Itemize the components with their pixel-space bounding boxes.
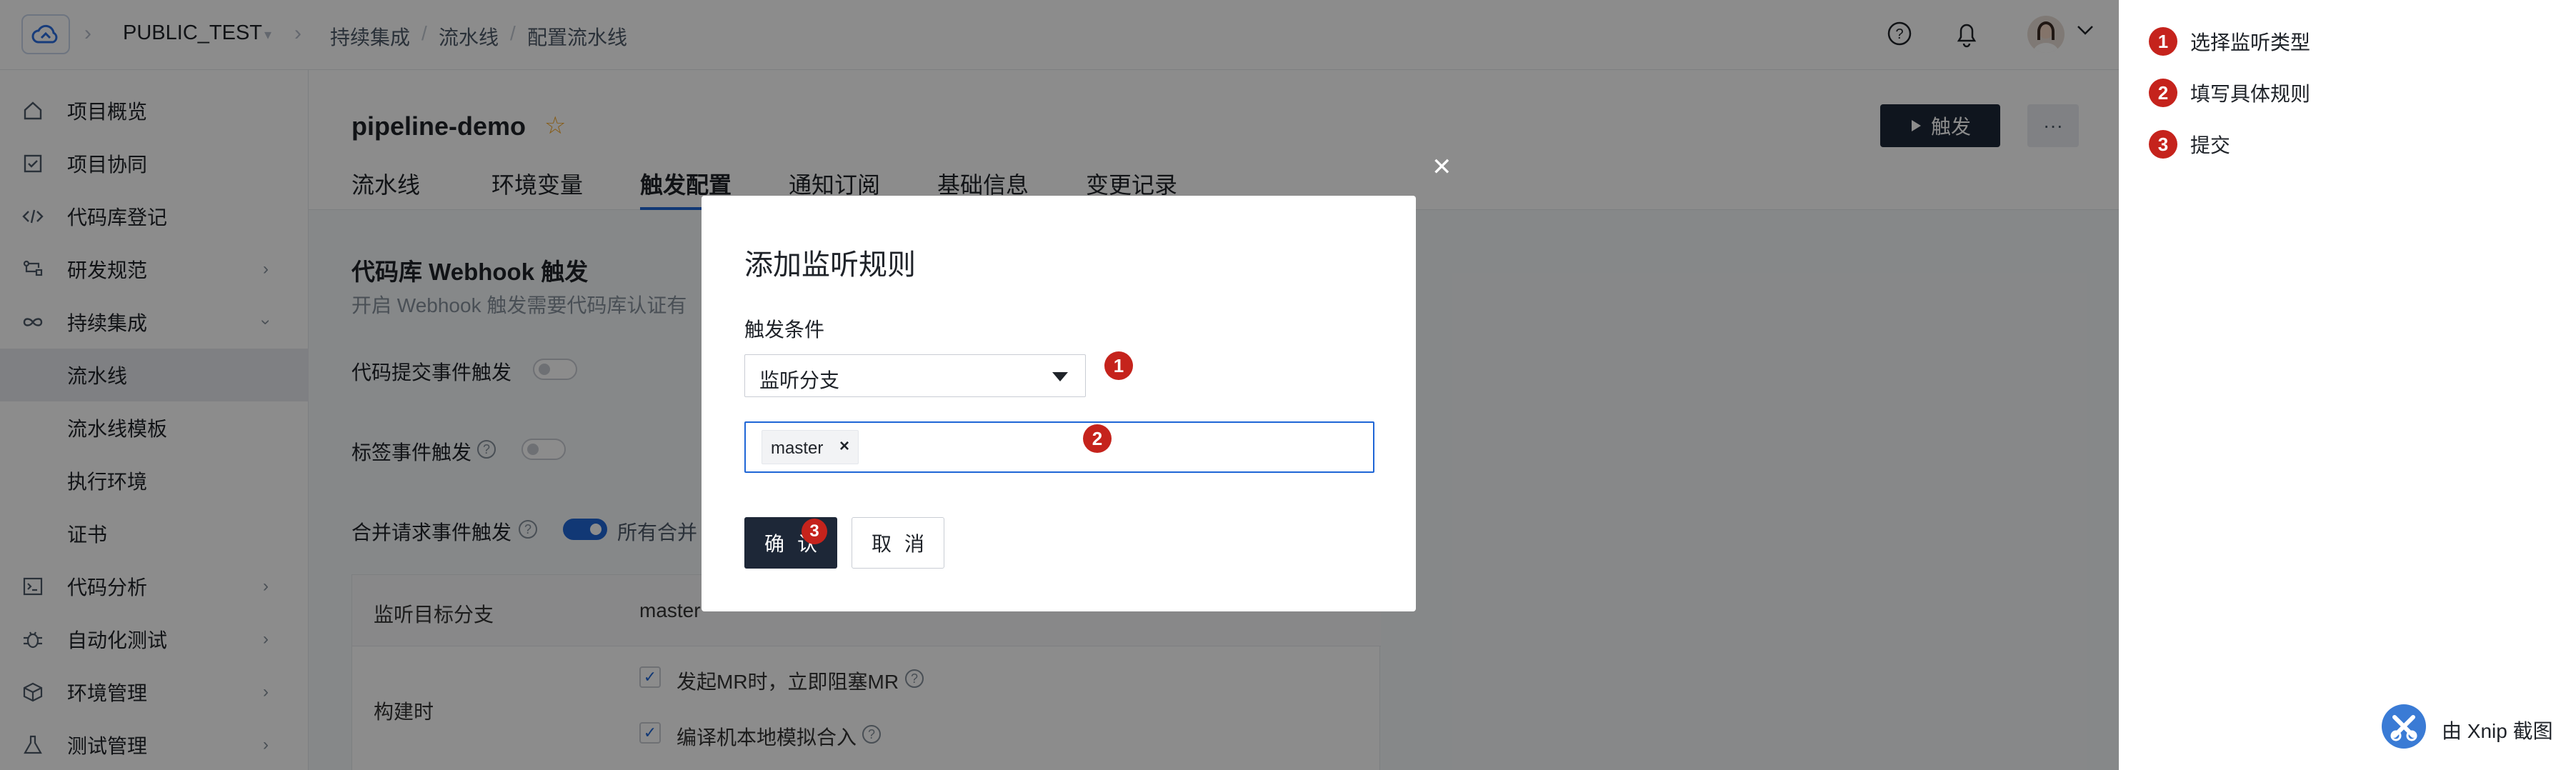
select-value: 监听分支: [759, 369, 840, 391]
cancel-button[interactable]: 取消: [852, 517, 944, 569]
branch-tag: master ×: [762, 430, 859, 464]
step-badge-2: 2: [1083, 424, 1112, 453]
close-icon[interactable]: ✕: [1432, 153, 1452, 181]
step-badge-1: 1: [1104, 351, 1133, 380]
legend-badge: 1: [2149, 27, 2177, 56]
branch-rule-input[interactable]: master ×: [744, 421, 1374, 473]
caret-down-icon: [1052, 372, 1068, 381]
legend-badge: 2: [2149, 79, 2177, 107]
legend-badge: 3: [2149, 130, 2177, 159]
trigger-condition-select[interactable]: 监听分支: [744, 354, 1086, 397]
xnip-logo-icon: [2382, 704, 2426, 749]
legend-text: 填写具体规则: [2190, 83, 2311, 105]
capture-label: 由 Xnip 截图: [2442, 720, 2553, 742]
remove-tag-icon[interactable]: ×: [839, 436, 849, 456]
step-badge-3: 3: [802, 519, 827, 544]
dialog-title: 添加监听规则: [744, 249, 916, 281]
branch-tag-text: master: [771, 439, 824, 458]
legend-text: 提交: [2190, 134, 2231, 156]
add-rule-dialog: 添加监听规则 触发条件 监听分支 1 master × 2 确认 取消 3: [702, 196, 1416, 611]
app-window: › PUBLIC_TEST ▾ › 持续集成 / 流水线 / 配置流水线 ? 项…: [0, 0, 2119, 770]
legend-text: 选择监听类型: [2190, 31, 2311, 54]
trigger-condition-label: 触发条件: [744, 319, 825, 341]
